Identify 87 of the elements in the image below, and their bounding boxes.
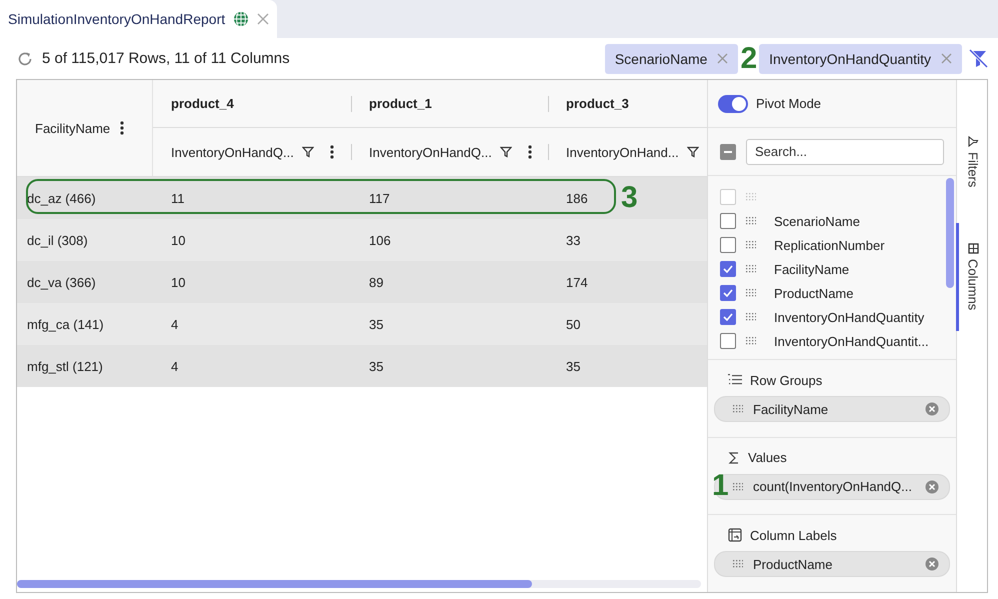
- table-cell: 10: [171, 232, 186, 248]
- vertical-scrollbar[interactable]: [946, 178, 954, 288]
- callout-number: 1: [712, 470, 729, 501]
- table-cell: 33: [566, 232, 580, 248]
- column-group-header: product_4: [171, 96, 234, 111]
- table-cell: 10: [171, 274, 186, 290]
- grip-icon[interactable]: [746, 264, 756, 274]
- clear-filter-icon[interactable]: [968, 48, 988, 68]
- sigma-icon: [728, 452, 740, 464]
- grip-icon[interactable]: [733, 482, 743, 492]
- column-list-item[interactable]: FacilityName: [774, 262, 850, 276]
- row-group-cell: mfg_stl (121): [27, 358, 103, 374]
- column-list-item[interactable]: ReplicationNumber: [774, 238, 885, 252]
- column-list-item[interactable]: ScenarioName: [774, 214, 860, 228]
- filter-chip[interactable]: InventoryOnHandQuantity: [759, 44, 962, 74]
- column-header[interactable]: FacilityName: [35, 120, 110, 136]
- menu-icon[interactable]: [330, 145, 334, 159]
- table-cell: 35: [369, 316, 384, 332]
- remove-icon[interactable]: [925, 480, 940, 494]
- grip-icon[interactable]: [746, 312, 756, 322]
- grip-icon[interactable]: [733, 559, 743, 570]
- row-group-cell: mfg_ca (141): [27, 316, 104, 332]
- search-field[interactable]: Search...: [746, 138, 944, 164]
- table-cell: 4: [171, 358, 178, 374]
- field-chip[interactable]: ProductName: [714, 551, 950, 578]
- column-list-item[interactable]: InventoryOnHandQuantit...: [774, 334, 929, 348]
- row-group-cell: dc_az (466): [27, 190, 96, 206]
- columns-icon: [968, 243, 979, 254]
- column-header[interactable]: InventoryOnHandQ...: [171, 144, 294, 160]
- toggle-label: Pivot Mode: [756, 96, 822, 111]
- globe-icon: [233, 11, 250, 27]
- remove-icon[interactable]: [925, 402, 940, 416]
- table-cell: 186: [566, 190, 588, 206]
- checkbox[interactable]: [720, 309, 736, 325]
- section-title: Values: [748, 450, 787, 466]
- select-all-checkbox[interactable]: [720, 144, 736, 160]
- horizontal-scrollbar[interactable]: [17, 580, 701, 588]
- table-cell: 35: [566, 358, 580, 374]
- table-icon: [728, 528, 742, 542]
- checkbox[interactable]: [720, 333, 736, 349]
- grip-icon[interactable]: [746, 240, 756, 250]
- table-cell: 117: [369, 190, 390, 206]
- table-cell: 4: [171, 316, 178, 332]
- check-icon: [723, 265, 733, 273]
- check-icon: [723, 313, 733, 321]
- table-cell: 11: [171, 190, 184, 206]
- filter-chip[interactable]: ScenarioName: [604, 44, 738, 74]
- close-icon[interactable]: [257, 13, 270, 25]
- report-tab[interactable]: SimulationInventoryOnHandReport: [0, 0, 278, 38]
- table-cell: 89: [369, 274, 384, 290]
- remove-icon[interactable]: [925, 557, 940, 572]
- grip-icon[interactable]: [746, 288, 756, 298]
- column-list-item[interactable]: InventoryOnHandQuantity: [774, 310, 924, 324]
- column-header[interactable]: InventoryOnHandQ...: [369, 144, 492, 160]
- checkbox[interactable]: [720, 285, 736, 301]
- column-header[interactable]: InventoryOnHand...: [566, 144, 679, 160]
- row-group-cell: dc_il (308): [27, 232, 88, 248]
- grip-icon[interactable]: [746, 216, 756, 226]
- side-tab[interactable]: Columns: [956, 223, 987, 331]
- row-count-status: 5 of 115,017 Rows, 11 of 11 Columns: [42, 50, 291, 67]
- grip-icon[interactable]: [733, 404, 743, 414]
- section-title: Row Groups: [750, 372, 822, 388]
- pivot-mode-toggle[interactable]: [718, 94, 748, 112]
- callout-number: 2: [740, 44, 758, 74]
- table-cell: 174: [566, 274, 588, 290]
- minus-icon: [724, 150, 732, 152]
- table-cell: 106: [369, 232, 391, 248]
- side-tab[interactable]: Filters: [956, 130, 987, 194]
- checkbox[interactable]: [720, 261, 736, 277]
- field-chip[interactable]: FacilityName: [714, 396, 950, 422]
- section-title: Column Labels: [750, 528, 837, 543]
- table-cell: 35: [369, 358, 384, 374]
- grip-icon[interactable]: [746, 192, 756, 202]
- callout-number: 3: [621, 183, 638, 213]
- menu-icon[interactable]: [528, 145, 532, 159]
- checkbox[interactable]: [720, 213, 736, 229]
- list-icon: [728, 374, 742, 386]
- column-group-header: product_1: [369, 96, 432, 111]
- row-group-cell: dc_va (366): [27, 274, 96, 290]
- menu-icon[interactable]: [120, 121, 124, 135]
- column-group-header: product_3: [566, 96, 629, 111]
- checkbox[interactable]: [720, 237, 736, 253]
- table-cell: 50: [566, 316, 580, 332]
- check-icon: [723, 289, 733, 297]
- refresh-icon[interactable]: [16, 50, 34, 68]
- column-list-item[interactable]: ProductName: [774, 286, 854, 300]
- grip-icon[interactable]: [746, 336, 756, 346]
